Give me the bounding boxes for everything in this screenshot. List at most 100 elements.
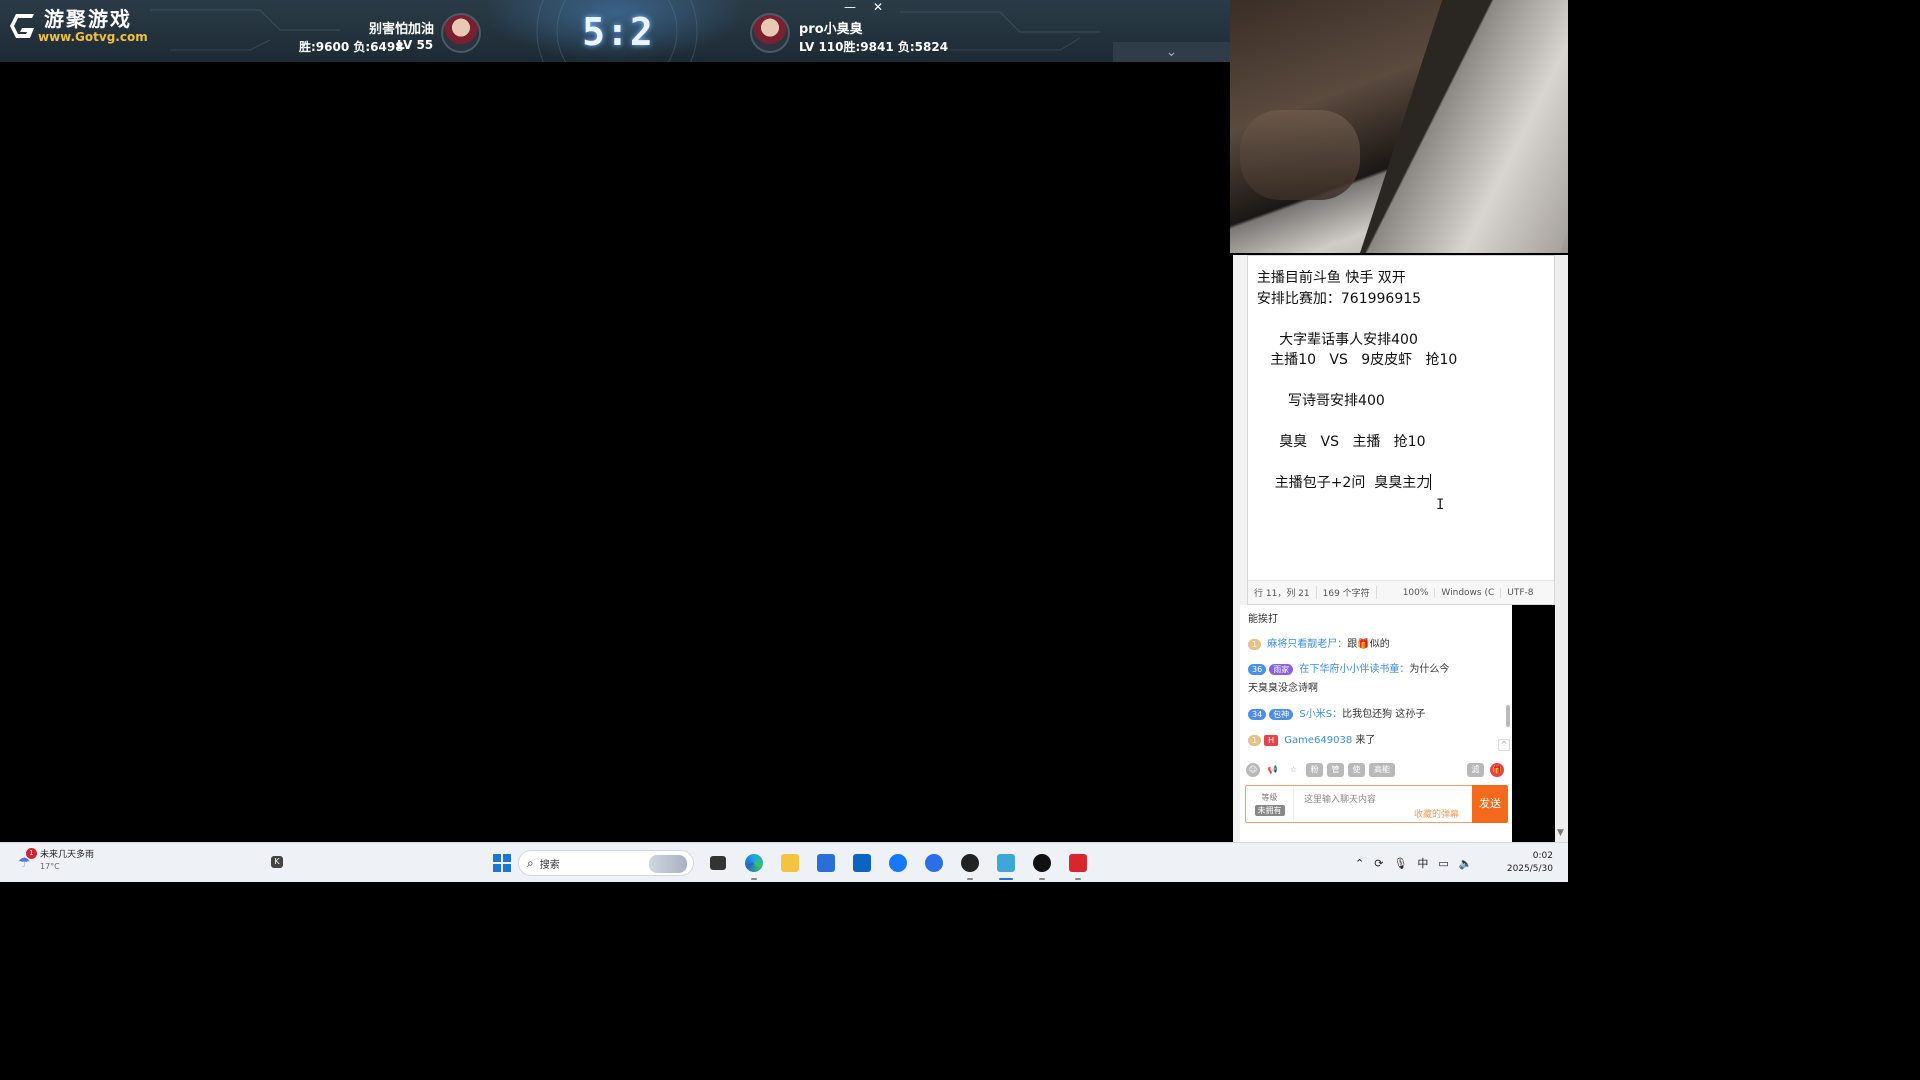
text-caret (1430, 474, 1432, 490)
notepad-line: 主播10 VS 9皮皮虾 抢10 (1248, 352, 1458, 368)
chat-message: 能挨打 (1248, 614, 1278, 625)
sync-icon[interactable]: ⟳ (1374, 857, 1383, 870)
clock-time: 0:02 (1532, 851, 1553, 861)
file-explorer-icon[interactable] (772, 849, 808, 877)
start-button[interactable] (484, 849, 520, 877)
weather-text: 未来几天多雨 (40, 850, 95, 860)
notepad-line (1248, 453, 1548, 474)
ime-indicator[interactable]: 中 (1417, 855, 1428, 871)
chat-scrollbar[interactable] (1506, 705, 1510, 727)
search-highlight-image (649, 855, 687, 873)
k-app-icon[interactable]: K (271, 856, 283, 868)
notepad-line: 主播目前斗鱼 快手 双开 (1248, 270, 1406, 286)
chat-message: 1 麻将只看靓老尸：跟🎁似的 (1248, 636, 1390, 654)
send-button[interactable]: 发送 (1472, 785, 1508, 823)
qq-icon[interactable] (1024, 849, 1060, 880)
outlook-icon[interactable] (844, 849, 880, 877)
screen: 游聚游戏 www.Gotvg.com 别害怕加油 胜:9600 负:6498 L… (0, 0, 1568, 882)
fan-badge: 34 (1248, 709, 1267, 720)
notepad-line: 臭臭 VS 主播 抢10 (1248, 434, 1426, 450)
obs-icon[interactable] (952, 849, 988, 880)
system-tray: ⌃ ⟳ 🎙 中 ▭ 🔈 (1355, 855, 1473, 871)
fan-tool-button[interactable]: 粉 (1306, 763, 1323, 777)
chevron-up-icon[interactable]: ^ (1498, 739, 1510, 751)
notepad-window: 主播目前斗鱼 快手 双开 安排比赛加：761996915 大字辈话事人安排400… (1247, 255, 1555, 605)
left-player-avatar (441, 13, 481, 53)
notepad-text-area[interactable]: 主播目前斗鱼 快手 双开 安排比赛加：761996915 大字辈话事人安排400… (1248, 268, 1548, 494)
chat-toolbar: ☺ 📢 ☆ 粉 管 使 高能 (1246, 763, 1395, 777)
noble-badge: 雨家 (1269, 664, 1294, 675)
char-count: 169 个字符 (1317, 586, 1377, 599)
feishu-icon[interactable] (916, 849, 952, 877)
left-player-stats: 胜:9600 负:6498 (299, 40, 404, 54)
game-header-bar: 游聚游戏 www.Gotvg.com 别害怕加油 胜:9600 负:6498 L… (0, 0, 1230, 62)
microphone-icon[interactable]: 🎙 (1393, 857, 1407, 870)
left-player-level: LV 55 (397, 38, 434, 52)
network-icon[interactable]: ▭ (1438, 857, 1448, 870)
line-ending: Windows (C (1435, 587, 1502, 598)
saved-danmaku-link[interactable]: 收藏的弹幕 (1414, 807, 1459, 820)
chat-level-widget[interactable]: 等级 未拥有 (1246, 786, 1294, 822)
notification-badge: 1 (26, 848, 37, 859)
emissary-tool-button[interactable]: 使 (1348, 763, 1365, 777)
taskbar-search[interactable]: ⌕ 搜索 (518, 850, 694, 876)
windows-icon (493, 854, 511, 872)
h-badge: H (1264, 735, 1279, 746)
match-score: 5:2 (582, 10, 654, 54)
minimize-button[interactable]: — (836, 0, 864, 16)
highlight-tool-button[interactable]: 高能 (1369, 763, 1395, 777)
notepad-line (1248, 412, 1548, 433)
chat-input-box: 等级 未拥有 这里输入聊天内容 收藏的弹幕 发送 (1245, 785, 1508, 823)
clock[interactable]: 0:02 2025/5/30 (1505, 850, 1553, 876)
weather-temp: 17°C (40, 862, 60, 871)
close-button[interactable]: ✕ (864, 0, 892, 16)
windows-taskbar: ☂ 1 未来几天多雨 17°C K ⌕ 搜索 ⌃ ⟳ 🎙 中 ▭ 🔈 0:02 … (0, 842, 1568, 882)
edge-icon[interactable] (736, 849, 772, 880)
store-icon[interactable] (808, 849, 844, 877)
star-icon[interactable]: ☆ (1285, 763, 1302, 777)
chat-username[interactable]: S小米S： (1299, 709, 1342, 720)
gotvg-logo: 游聚游戏 www.Gotvg.com (8, 8, 148, 44)
logo-url: www.Gotvg.com (38, 30, 148, 44)
task-view-icon[interactable] (700, 849, 736, 877)
filter-icon[interactable]: 滤 (1467, 763, 1484, 777)
chat-username[interactable]: 在下华府小小伴读书童： (1299, 664, 1409, 675)
noble-badge: 包神 (1269, 709, 1294, 720)
chat-message: 36 雨家 在下华府小小伴读书童：为什么今 (1248, 661, 1449, 679)
emoji-icon[interactable]: ☺ (1246, 763, 1260, 777)
notepad-statusbar: 行 11，列 21 169 个字符 100% Windows (C UTF-8 (1248, 580, 1554, 604)
search-icon: ⌕ (527, 855, 534, 870)
encoding: UTF-8 (1507, 587, 1534, 598)
weather-widget[interactable]: ☂ 1 未来几天多雨 17°C (18, 848, 95, 873)
left-player-name: 别害怕加油 (368, 22, 434, 37)
window-controls: — ✕ (836, 0, 892, 16)
notepad-line (1248, 309, 1548, 330)
chevron-down-icon: ⌄ (1165, 44, 1178, 60)
chat-username[interactable]: Game649038 (1284, 735, 1352, 746)
chat-panel: 能挨打 1 麻将只看靓老尸：跟🎁似的 36 雨家 在下华府小小伴读书童：为什么今 … (1240, 605, 1512, 842)
zoom-level: 100% (1397, 587, 1436, 598)
chevron-up-icon[interactable]: ⌃ (1355, 857, 1364, 870)
scroll-down-icon[interactable]: ▼ (1557, 828, 1564, 838)
notepad-line: 安排比赛加：761996915 (1248, 290, 1422, 307)
admin-tool-button[interactable]: 管 (1327, 763, 1344, 777)
collapse-button[interactable]: ⌄ (1113, 42, 1230, 62)
notepad-icon[interactable] (988, 849, 1024, 880)
kugou-icon[interactable] (880, 849, 916, 877)
chat-message-continued: 天臭臭没念诗啊 (1248, 683, 1318, 694)
gift-icon[interactable]: 🎁 (1490, 763, 1504, 777)
right-player-avatar (750, 13, 790, 53)
megaphone-icon[interactable]: 📢 (1264, 763, 1281, 777)
fan-badge: 1 (1248, 735, 1262, 746)
chat-input[interactable]: 这里输入聊天内容 (1304, 792, 1376, 805)
notepad-line: 主播包子+2问 臭臭主力 (1248, 474, 1432, 491)
right-scrollbar[interactable]: ▼ (1555, 255, 1568, 842)
taskbar-apps: ⌕ 搜索 (484, 849, 1096, 880)
gotvg-icon[interactable] (1060, 849, 1096, 880)
chat-toolbar-right: 滤 🎁 (1467, 763, 1504, 777)
volume-icon[interactable]: 🔈 (1459, 857, 1473, 870)
webcam-feed (1230, 0, 1568, 253)
chat-username[interactable]: 麻将只看靓老尸： (1267, 639, 1347, 650)
text-cursor-icon: I (1436, 497, 1445, 513)
right-player-stats: LV 110胜:9841 负:5824 (799, 40, 949, 54)
